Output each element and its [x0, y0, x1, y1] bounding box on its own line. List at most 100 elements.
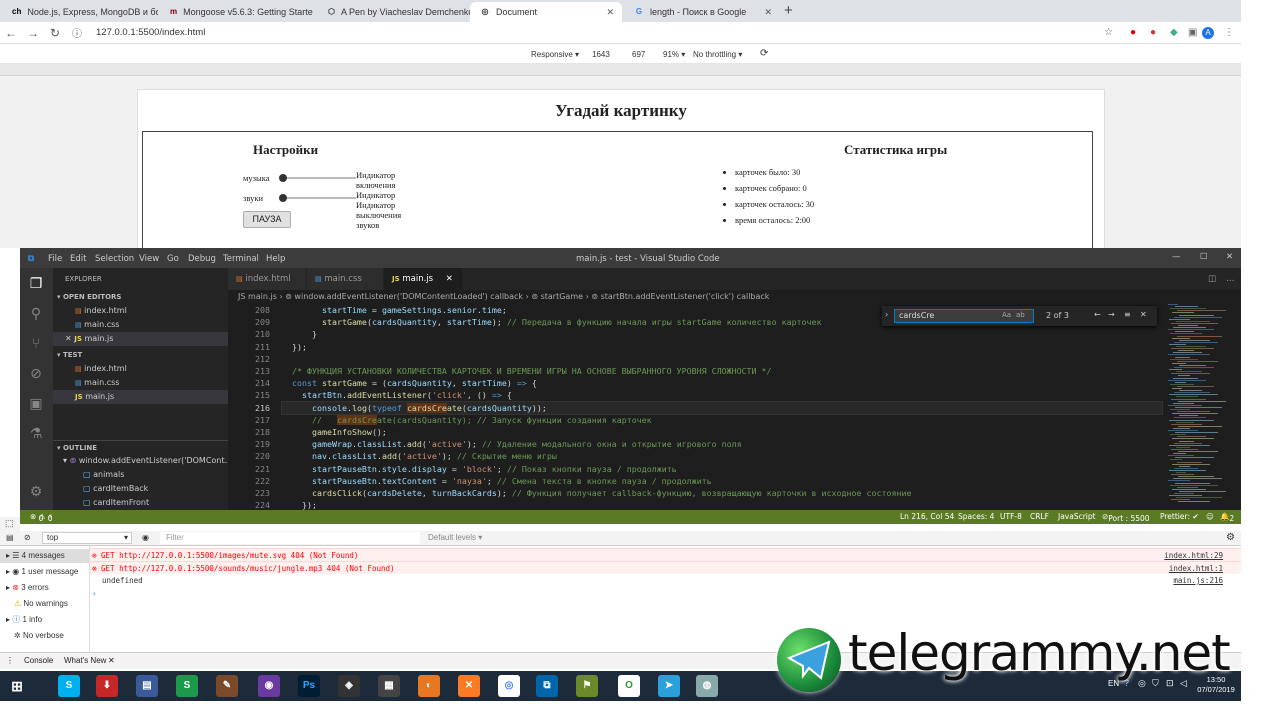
cursor-position[interactable]: Ln 216, Col 54 — [900, 512, 954, 521]
sound-indicator-image[interactable]: Индикатор выключения звуков — [356, 200, 416, 230]
browser-tab[interactable]: chNode.js, Express, MongoDB и бо✕ — [2, 2, 158, 22]
open-editor-item[interactable]: ▤ main.css — [53, 318, 228, 332]
outline-item[interactable]: ▢ cardItemFront — [53, 496, 228, 510]
chevron-right-icon[interactable]: › — [885, 310, 888, 319]
find-in-selection-icon[interactable]: ≡ — [1124, 310, 1131, 319]
menu-debug[interactable]: Debug — [188, 254, 216, 264]
explorer-icon[interactable]: ❐ — [28, 276, 44, 292]
reload-icon[interactable]: ↻ — [44, 26, 66, 40]
next-match-icon[interactable]: → — [1108, 310, 1115, 319]
more-actions-icon[interactable]: … — [1226, 268, 1240, 290]
problems-indicator[interactable]: ⊗ 0 ⚠ 0 ⚡ — [30, 512, 53, 523]
prettier-status[interactable]: Prettier: ✔ — [1160, 512, 1199, 521]
browser-tab-active[interactable]: ◎ Document ✕ — [470, 2, 622, 22]
sound-slider-handle[interactable] — [279, 194, 287, 202]
menu-help[interactable]: Help — [266, 254, 285, 264]
paint-icon[interactable]: ✎ — [216, 675, 238, 697]
minimize-icon[interactable]: — — [1172, 252, 1181, 262]
close-tab-icon[interactable]: ✕ — [606, 7, 614, 18]
split-editor-icon[interactable]: ◫ — [1208, 268, 1222, 290]
search-icon[interactable]: ⚲ — [28, 306, 44, 322]
gear-icon[interactable]: ⚙ — [28, 484, 44, 500]
app-s-icon[interactable]: S — [176, 675, 198, 697]
close-tab-icon[interactable]: ✕ — [764, 7, 772, 18]
media-icon[interactable]: ◉ — [258, 675, 280, 697]
avatar[interactable]: A — [1202, 26, 1214, 39]
open-editors-header[interactable]: ▾ OPEN EDITORS — [53, 290, 228, 304]
video-editor-icon[interactable]: ▦ — [378, 675, 400, 697]
find-input[interactable]: cardsCre — [894, 309, 1034, 323]
drawer-tab-whats-new[interactable]: What's New — [64, 656, 106, 665]
verbose-filter[interactable]: ✲ No verbose — [6, 629, 64, 643]
browser-tab[interactable]: Glength - Поиск в Google ✕ — [624, 2, 780, 22]
opera-icon[interactable]: O — [618, 675, 640, 697]
info-icon[interactable]: ⓘ — [66, 25, 88, 40]
download-icon[interactable]: ⬇ — [96, 675, 118, 697]
sidebar-toggle-icon[interactable]: ▤ — [6, 533, 14, 542]
line-ending[interactable]: CRLF — [1030, 512, 1049, 521]
code-editor[interactable]: 208 209 210 211 212 213 214 215 216 217 … — [228, 304, 1241, 510]
info-filter[interactable]: ▸ ⓘ 1 info — [6, 613, 42, 627]
extension-icon[interactable]: ▣ — [1188, 27, 1197, 38]
extension-icon[interactable]: ● — [1150, 27, 1156, 38]
browser-tab[interactable]: ⬡A Pen by Viacheslav Demchenko✕ — [318, 2, 470, 22]
file-item[interactable]: JS main.js — [53, 390, 228, 404]
notifications-icon[interactable]: 🔔 2 — [1220, 512, 1234, 523]
message-source-link[interactable]: main.js:216 — [1173, 574, 1223, 587]
width-input[interactable]: 1643 — [592, 50, 610, 59]
close-find-icon[interactable]: ✕ — [1140, 310, 1147, 319]
menu-go[interactable]: Go — [167, 254, 179, 264]
feedback-icon[interactable]: ☺ — [1206, 512, 1214, 521]
responsive-select[interactable]: Responsive ▾ — [531, 50, 579, 59]
app-orange-icon[interactable]: ◐ — [418, 675, 440, 697]
tab-main-css[interactable]: ▤ main.css — [307, 268, 383, 290]
file-item[interactable]: ▤ index.html — [53, 362, 228, 376]
rotate-icon[interactable]: ⟳ — [760, 48, 768, 59]
forward-icon[interactable]: → — [22, 26, 44, 40]
tab-index-html[interactable]: ▤ index.html — [228, 268, 306, 290]
file-item[interactable]: ▤ main.css — [53, 376, 228, 390]
close-window-icon[interactable]: ✕ — [1226, 252, 1233, 262]
match-case-icon[interactable]: Aa — [1002, 311, 1011, 319]
close-drawer-tab-icon[interactable]: ✕ — [108, 656, 115, 665]
close-tab-icon[interactable]: ✕ — [446, 274, 453, 284]
xampp-icon[interactable]: ✕ — [458, 675, 480, 697]
pause-button[interactable]: ПАУЗА — [243, 211, 291, 228]
drawer-menu-icon[interactable]: ⋮ — [6, 656, 14, 665]
vscode-icon[interactable]: ⧉ — [536, 675, 558, 697]
maximize-icon[interactable]: ☐ — [1200, 252, 1208, 262]
folder-header[interactable]: ▾ TEST — [53, 348, 228, 362]
previous-match-icon[interactable]: ← — [1094, 310, 1101, 319]
telegram-icon[interactable]: ➤ — [658, 675, 680, 697]
messages-filter[interactable]: ▸ ☰ 4 messages — [0, 549, 90, 563]
context-select[interactable]: top ▾ — [42, 532, 132, 544]
open-editor-item[interactable]: ✕ JS main.js — [53, 332, 228, 346]
console-settings-icon[interactable]: ⚙ — [1226, 532, 1235, 543]
height-input[interactable]: 697 — [632, 50, 645, 59]
start-icon[interactable]: ⊞ — [6, 675, 28, 697]
open-editor-item[interactable]: ▤ index.html — [53, 304, 228, 318]
music-slider[interactable] — [282, 177, 356, 179]
menu-edit[interactable]: Edit — [70, 254, 86, 264]
tab-main-js[interactable]: JS main.js ✕ — [384, 268, 462, 290]
inspect-icon[interactable]: ⬚ — [5, 518, 14, 529]
star-icon[interactable]: ☆ — [1104, 27, 1113, 38]
zoom-select[interactable]: 91% ▾ — [663, 50, 685, 59]
whole-word-icon[interactable]: ab — [1016, 311, 1025, 319]
app-icon[interactable]: ◈ — [338, 675, 360, 697]
indentation[interactable]: Spaces: 4 — [958, 512, 994, 521]
outline-item[interactable]: ▢ animals — [53, 468, 228, 482]
eye-icon[interactable]: ◉ — [142, 533, 149, 542]
menu-view[interactable]: View — [139, 254, 159, 264]
errors-filter[interactable]: ▸ ⊗ 3 errors — [6, 581, 49, 595]
source-control-icon[interactable]: ⑂ — [28, 336, 44, 352]
language-mode[interactable]: JavaScript — [1058, 512, 1096, 521]
music-slider-handle[interactable] — [279, 174, 287, 182]
console-prompt[interactable]: › — [90, 587, 1241, 600]
menu-selection[interactable]: Selection — [95, 254, 134, 264]
encoding[interactable]: UTF-8 — [1000, 512, 1022, 521]
url-field[interactable]: 127.0.0.1:5500/index.html — [96, 27, 205, 38]
throttle-select[interactable]: No throttling ▾ — [693, 50, 742, 59]
extensions-icon[interactable]: ▣ — [28, 396, 44, 412]
chrome-icon[interactable]: ◎ — [498, 675, 520, 697]
